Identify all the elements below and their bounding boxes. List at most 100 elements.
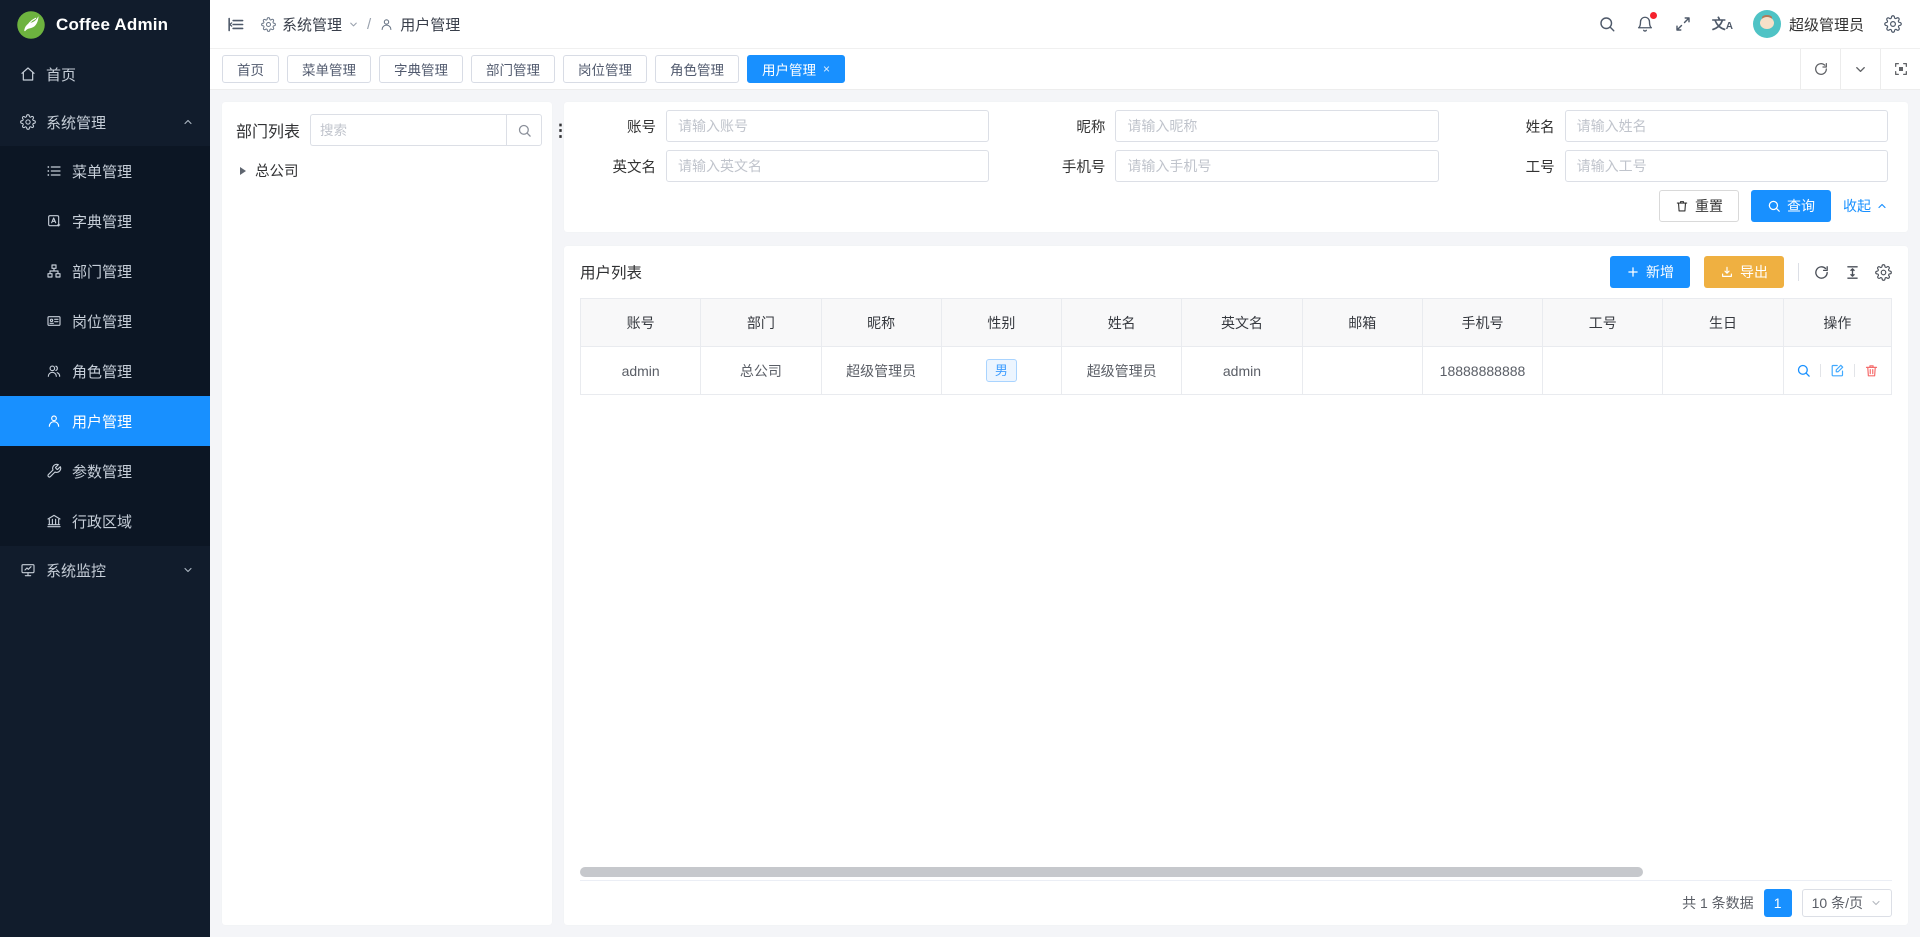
sidebar-item-parameter-management[interactable]: 参数管理	[0, 446, 210, 496]
cell-actions	[1783, 347, 1891, 395]
col-email: 邮箱	[1302, 299, 1422, 347]
collapse-sidebar-button[interactable]	[226, 15, 245, 34]
phone-label: 手机号	[1033, 156, 1105, 177]
department-panel: 部门列表 ⋮ 总公司	[222, 102, 552, 925]
tab-post-management[interactable]: 岗位管理	[563, 55, 647, 83]
tab-label: 角色管理	[670, 59, 724, 79]
department-search-input[interactable]	[310, 114, 506, 146]
table-title: 用户列表	[580, 261, 642, 283]
pagination-total: 共 1 条数据	[1682, 893, 1754, 913]
gear-icon	[261, 17, 276, 32]
notification-badge	[1650, 12, 1657, 19]
department-search-button[interactable]	[506, 114, 542, 146]
user-menu[interactable]: 超级管理员	[1753, 10, 1864, 38]
tab-role-management[interactable]: 角色管理	[655, 55, 739, 83]
sidebar: Coffee Admin 首页 系统管理 菜单管理 字典管理 部门管理	[0, 0, 210, 937]
table-row[interactable]: admin 总公司 超级管理员 男 超级管理员 admin 1888888888…	[581, 347, 1892, 395]
col-account: 账号	[581, 299, 701, 347]
gear-icon	[1875, 264, 1892, 281]
global-search-button[interactable]	[1598, 15, 1616, 33]
export-button[interactable]: 导出	[1704, 256, 1784, 288]
chevron-up-icon	[1876, 200, 1888, 212]
refresh-table-button[interactable]	[1813, 264, 1830, 281]
form-item-english-name: 英文名	[584, 150, 989, 182]
sidebar-item-dictionary-management[interactable]: 字典管理	[0, 196, 210, 246]
column-settings-button[interactable]	[1875, 264, 1892, 281]
sidebar-item-system-monitor[interactable]: 系统监控	[0, 546, 210, 594]
add-user-button[interactable]: 新增	[1610, 256, 1690, 288]
sidebar-item-label: 参数管理	[72, 461, 132, 482]
tab-user-management[interactable]: 用户管理 ×	[747, 55, 845, 83]
cell-phone: 18888888888	[1422, 347, 1542, 395]
fullscreen-button[interactable]	[1674, 15, 1692, 33]
horizontal-scrollbar	[580, 867, 1892, 877]
cell-nickname: 超级管理员	[821, 347, 941, 395]
row-height-button[interactable]	[1844, 264, 1861, 281]
sidebar-item-system-management[interactable]: 系统管理	[0, 98, 210, 146]
tab-dictionary-management[interactable]: 字典管理	[379, 55, 463, 83]
sidebar-item-label: 字典管理	[72, 211, 132, 232]
sidebar-item-label: 系统管理	[46, 112, 106, 133]
sidebar-item-menu-management[interactable]: 菜单管理	[0, 146, 210, 196]
edit-row-button[interactable]	[1830, 363, 1845, 378]
download-icon	[1720, 265, 1734, 279]
sidebar-item-user-management[interactable]: 用户管理	[0, 396, 210, 446]
list-icon	[46, 163, 62, 179]
account-field[interactable]	[666, 110, 989, 142]
phone-field[interactable]	[1115, 150, 1438, 182]
trash-icon	[1675, 199, 1689, 213]
row-height-icon	[1844, 264, 1861, 281]
delete-row-button[interactable]	[1864, 363, 1879, 378]
pagination: 共 1 条数据 1 10 条/页	[580, 880, 1892, 925]
nickname-field[interactable]	[1115, 110, 1438, 142]
sidebar-submenu-system: 菜单管理 字典管理 部门管理 岗位管理 角色管理 用户管理	[0, 146, 210, 546]
sidebar-item-home[interactable]: 首页	[0, 50, 210, 98]
close-icon[interactable]: ×	[823, 62, 830, 76]
page-size-select[interactable]: 10 条/页	[1802, 889, 1892, 917]
page-1-button[interactable]: 1	[1764, 889, 1792, 917]
refresh-tab-button[interactable]	[1800, 49, 1840, 89]
tab-actions-dropdown-button[interactable]	[1840, 49, 1880, 89]
id-card-icon	[46, 313, 62, 329]
content-fullscreen-button[interactable]	[1880, 49, 1920, 89]
sidebar-item-department-management[interactable]: 部门管理	[0, 246, 210, 296]
cell-birthday	[1663, 347, 1783, 395]
view-row-button[interactable]	[1796, 363, 1811, 378]
expand-arrows-icon	[1674, 15, 1692, 33]
tree-item-head-office[interactable]: 总公司	[236, 160, 538, 181]
name-field[interactable]	[1565, 110, 1888, 142]
collapse-form-button[interactable]: 收起	[1843, 196, 1888, 216]
page-content: 部门列表 ⋮ 总公司	[210, 90, 1920, 937]
sidebar-item-role-management[interactable]: 角色管理	[0, 346, 210, 396]
tab-department-management[interactable]: 部门管理	[471, 55, 555, 83]
sidebar-item-administrative-region[interactable]: 行政区域	[0, 496, 210, 546]
edit-icon	[1830, 363, 1845, 378]
breadcrumb-parent-label: 系统管理	[282, 14, 342, 35]
form-item-work-no: 工号	[1483, 150, 1888, 182]
scrollbar-thumb[interactable]	[580, 867, 1643, 877]
reset-button[interactable]: 重置	[1659, 190, 1739, 222]
app-logo[interactable]: Coffee Admin	[0, 0, 210, 50]
col-gender: 性别	[941, 299, 1061, 347]
english-name-field[interactable]	[666, 150, 989, 182]
sidebar-item-post-management[interactable]: 岗位管理	[0, 296, 210, 346]
breadcrumb-parent[interactable]: 系统管理	[261, 14, 359, 35]
tab-label: 首页	[237, 59, 264, 79]
user-icon	[379, 17, 394, 32]
top-header: 系统管理 / 用户管理	[210, 0, 1920, 49]
form-item-nickname: 昵称	[1033, 110, 1438, 142]
action-divider	[1854, 364, 1855, 377]
query-button[interactable]: 查询	[1751, 190, 1831, 222]
tab-bar: 首页 菜单管理 字典管理 部门管理 岗位管理 角色管理 用户管理 ×	[210, 49, 1920, 90]
tree-expand-icon[interactable]	[240, 167, 246, 175]
work-no-field[interactable]	[1565, 150, 1888, 182]
settings-button[interactable]	[1884, 15, 1902, 33]
notifications-button[interactable]	[1636, 15, 1654, 33]
form-item-name: 姓名	[1483, 110, 1888, 142]
tab-home[interactable]: 首页	[222, 55, 279, 83]
language-switch-button[interactable]: 文A	[1712, 17, 1733, 32]
search-icon	[1598, 15, 1616, 33]
col-english-name: 英文名	[1182, 299, 1302, 347]
name-label: 姓名	[1483, 116, 1555, 137]
tab-menu-management[interactable]: 菜单管理	[287, 55, 371, 83]
